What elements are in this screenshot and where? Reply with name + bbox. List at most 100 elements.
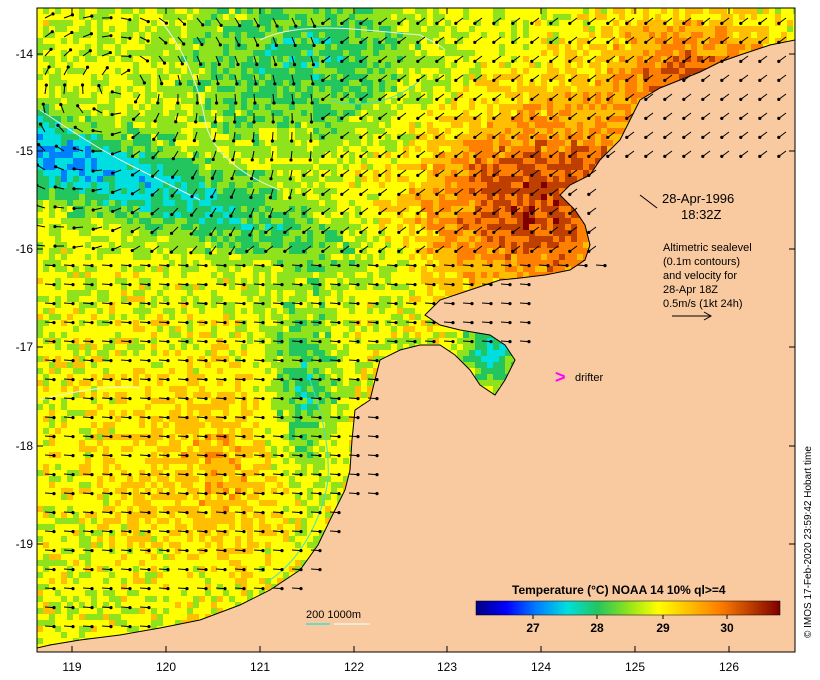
sst-cell <box>613 68 619 74</box>
sst-cell <box>445 116 451 122</box>
sst-cell <box>451 92 457 98</box>
sst-cell <box>445 62 451 68</box>
sst-cell <box>505 80 511 86</box>
sst-cell <box>151 14 157 20</box>
sst-cell <box>145 164 151 170</box>
sst-cell <box>181 80 187 86</box>
sst-cell <box>349 140 355 146</box>
sst-cell <box>499 20 505 26</box>
sst-cell <box>223 26 229 32</box>
sst-cell <box>55 200 61 206</box>
sst-cell <box>463 32 469 38</box>
sst-cell <box>601 116 607 122</box>
sst-cell <box>139 104 145 110</box>
sst-cell <box>601 68 607 74</box>
sst-cell <box>109 140 115 146</box>
sst-cell <box>265 14 271 20</box>
sst-cell <box>463 104 469 110</box>
sst-cell <box>499 44 505 50</box>
sst-cell <box>121 182 127 188</box>
sst-cell <box>469 44 475 50</box>
sst-cell <box>541 140 547 146</box>
sst-cell <box>349 206 355 212</box>
sst-cell <box>37 128 43 134</box>
sst-cell <box>241 86 247 92</box>
sst-cell <box>331 20 337 26</box>
sst-cell <box>559 14 565 20</box>
sst-cell <box>49 110 55 116</box>
sst-cell <box>79 86 85 92</box>
sst-cell <box>661 50 667 56</box>
sst-cell <box>133 86 139 92</box>
sst-cell <box>259 164 265 170</box>
sst-cell <box>355 164 361 170</box>
sst-cell <box>535 62 541 68</box>
sst-cell <box>157 158 163 164</box>
sst-cell <box>313 206 319 212</box>
sst-cell <box>391 146 397 152</box>
sst-cell <box>373 116 379 122</box>
sst-cell <box>277 194 283 200</box>
sst-cell <box>289 218 295 224</box>
sst-cell <box>541 236 547 242</box>
sst-cell <box>523 176 529 182</box>
sst-cell <box>559 134 565 140</box>
sst-cell <box>331 134 337 140</box>
sst-cell <box>169 44 175 50</box>
sst-cell <box>529 14 535 20</box>
sst-cell <box>415 104 421 110</box>
sst-cell <box>217 32 223 38</box>
sst-cell <box>271 146 277 152</box>
sst-cell <box>727 32 733 38</box>
sst-cell <box>277 116 283 122</box>
sst-cell <box>547 224 553 230</box>
sst-cell <box>61 218 67 224</box>
sst-cell <box>241 116 247 122</box>
sst-cell <box>697 62 703 68</box>
sst-cell <box>475 50 481 56</box>
sst-cell <box>511 44 517 50</box>
sst-cell <box>229 182 235 188</box>
sst-cell <box>205 152 211 158</box>
sst-cell <box>139 134 145 140</box>
sst-cell <box>133 50 139 56</box>
sst-cell <box>247 134 253 140</box>
sst-cell <box>595 92 601 98</box>
sst-cell <box>463 170 469 176</box>
sst-cell <box>157 38 163 44</box>
sst-cell <box>151 164 157 170</box>
sst-cell <box>523 206 529 212</box>
sst-cell <box>37 134 43 140</box>
sst-cell <box>565 224 571 230</box>
sst-cell <box>67 104 73 110</box>
sst-cell <box>565 44 571 50</box>
sst-cell <box>487 128 493 134</box>
sst-cell <box>79 242 85 248</box>
sst-cell <box>139 152 145 158</box>
sst-cell <box>451 218 457 224</box>
sst-cell <box>127 86 133 92</box>
sst-cell <box>655 68 661 74</box>
sst-cell <box>211 14 217 20</box>
sst-cell <box>433 14 439 20</box>
sst-cell <box>475 62 481 68</box>
sst-cell <box>535 176 541 182</box>
sst-cell <box>271 230 277 236</box>
sst-cell <box>487 152 493 158</box>
sst-cell <box>499 152 505 158</box>
sst-cell <box>139 8 145 14</box>
sst-cell <box>529 158 535 164</box>
sst-cell <box>583 50 589 56</box>
sst-cell <box>301 218 307 224</box>
sst-cell <box>301 44 307 50</box>
sst-cell <box>139 122 145 128</box>
sst-cell <box>571 122 577 128</box>
sst-cell <box>121 122 127 128</box>
sst-cell <box>469 110 475 116</box>
sst-cell <box>493 206 499 212</box>
sst-cell <box>199 158 205 164</box>
sst-cell <box>205 50 211 56</box>
sst-cell <box>313 140 319 146</box>
sst-cell <box>181 218 187 224</box>
sst-cell <box>265 110 271 116</box>
